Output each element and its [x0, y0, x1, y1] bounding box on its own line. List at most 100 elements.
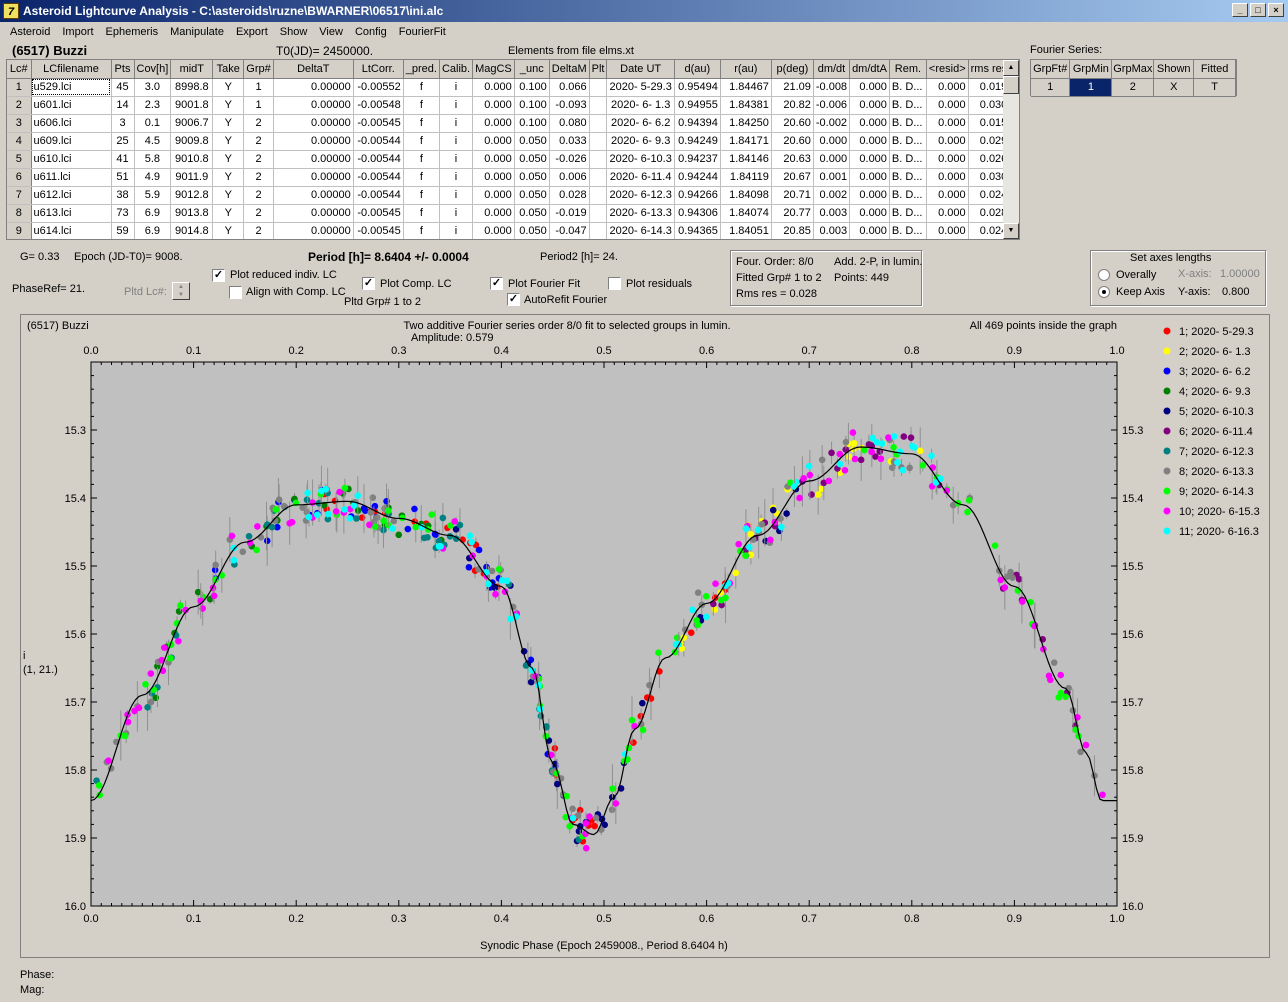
table-cell[interactable]: u613.lci — [31, 204, 112, 223]
table-cell[interactable]: B. D... — [889, 204, 927, 223]
table-cell[interactable]: u606.lci — [31, 114, 112, 133]
table-cell[interactable]: u609.lci — [31, 132, 112, 151]
table-cell[interactable]: 9001.8 — [170, 96, 214, 115]
table-cell[interactable]: 1.84051 — [720, 222, 772, 239]
table-cell[interactable]: 0.100 — [514, 78, 550, 97]
table-cell[interactable]: 0.000 — [472, 78, 515, 97]
table-cell[interactable]: 0.000 — [926, 168, 969, 187]
table-cell[interactable]: 0.94244 — [674, 168, 721, 187]
table-cell[interactable]: 1.84467 — [720, 78, 772, 97]
column-header[interactable]: <resid> — [926, 60, 969, 79]
yaxis-value[interactable]: 0.800 — [1222, 286, 1250, 298]
table-cell[interactable] — [589, 222, 608, 239]
table-cell[interactable]: 0.100 — [514, 96, 550, 115]
row-number[interactable]: 6 — [7, 168, 32, 187]
fourier-cell[interactable]: 2 — [1111, 78, 1155, 97]
table-cell[interactable]: -0.00552 — [353, 78, 404, 97]
table-cell[interactable]: 2 — [243, 132, 274, 151]
column-header[interactable]: d(au) — [674, 60, 721, 79]
table-cell[interactable]: Y — [212, 168, 245, 187]
table-cell[interactable]: i — [439, 168, 474, 187]
table-cell[interactable]: 2.3 — [134, 96, 172, 115]
table-cell[interactable]: -0.00545 — [353, 222, 404, 239]
table-cell[interactable]: 20.67 — [771, 168, 814, 187]
table-cell[interactable]: 9011.9 — [170, 168, 214, 187]
lightcurve-plot-panel[interactable]: 0.0 0.0 0.1 0.1 0.2 0.2 0.3 0.3 0.4 0.4 0.5 0.5 0.6 0… — [20, 314, 1270, 958]
table-cell[interactable]: 3.0 — [134, 78, 172, 97]
fourier-column-header[interactable]: GrpMin — [1069, 60, 1113, 79]
scroll-thumb[interactable] — [1003, 76, 1019, 94]
plot-comp-checkbox[interactable]: ✓ — [362, 277, 375, 290]
table-cell[interactable]: 0.000 — [926, 114, 969, 133]
fourier-series-table[interactable]: GrpFt# GrpMin GrpMax Shown Fitted 1 1 2 X T — [1030, 59, 1237, 97]
row-number[interactable]: 1 — [7, 78, 32, 97]
table-cell[interactable]: 0.050 — [514, 132, 550, 151]
table-cell[interactable]: 1.84074 — [720, 204, 772, 223]
table-row[interactable]: 2 u601.lci 14 2.3 9001.8 Y 1 0.00000 -0.00548 f i 0… — [7, 96, 1011, 115]
table-cell[interactable]: 2 — [243, 114, 274, 133]
table-cell[interactable]: 0.000 — [472, 114, 515, 133]
table-cell[interactable]: 2020- 6-13.3 — [606, 204, 675, 223]
table-cell[interactable]: 0.00000 — [273, 222, 354, 239]
table-row[interactable]: 8 u613.lci 73 6.9 9013.8 Y 2 0.00000 -0.00545 f i 0… — [7, 204, 1011, 223]
table-cell[interactable]: 20.60 — [771, 132, 814, 151]
table-cell[interactable]: B. D... — [889, 168, 927, 187]
table-cell[interactable]: 0.000 — [813, 150, 851, 169]
table-cell[interactable]: 0.080 — [549, 114, 590, 133]
table-cell[interactable]: i — [439, 78, 474, 97]
table-cell[interactable]: 2 — [243, 204, 274, 223]
table-cell[interactable]: Y — [212, 132, 245, 151]
table-cell[interactable]: 6.9 — [134, 222, 172, 239]
table-cell[interactable]: i — [439, 114, 474, 133]
table-cell[interactable]: 5.9 — [134, 186, 172, 205]
table-cell[interactable]: -0.00545 — [353, 114, 404, 133]
table-cell[interactable]: 9006.7 — [170, 114, 214, 133]
row-number[interactable]: 2 — [7, 96, 32, 115]
table-cell[interactable]: f — [403, 168, 440, 187]
fourier-column-header[interactable]: Fitted — [1193, 60, 1236, 79]
table-cell[interactable]: 14 — [111, 96, 135, 115]
table-cell[interactable]: 2020- 6- 9.3 — [606, 132, 675, 151]
table-cell[interactable] — [589, 150, 608, 169]
table-cell[interactable]: 2020- 6-12.3 — [606, 186, 675, 205]
table-cell[interactable]: 1.84119 — [720, 168, 772, 187]
table-cell[interactable]: u614.lci — [31, 222, 112, 239]
table-cell[interactable]: 9009.8 — [170, 132, 214, 151]
fourier-cell[interactable]: T — [1193, 78, 1236, 97]
table-cell[interactable]: 2020- 6-11.4 — [606, 168, 675, 187]
table-cell[interactable]: 2 — [243, 150, 274, 169]
table-cell[interactable]: f — [403, 150, 440, 169]
column-header[interactable]: _unc — [514, 60, 550, 79]
table-cell[interactable]: 0.00000 — [273, 78, 354, 97]
table-cell[interactable]: -0.00544 — [353, 168, 404, 187]
table-cell[interactable]: Y — [212, 78, 245, 97]
menu-fourierfit[interactable]: FourierFit — [393, 26, 452, 38]
table-cell[interactable] — [589, 96, 608, 115]
table-cell[interactable]: 5.8 — [134, 150, 172, 169]
table-cell[interactable]: 0.95494 — [674, 78, 721, 97]
table-cell[interactable]: u612.lci — [31, 186, 112, 205]
fourier-column-header[interactable]: GrpMax — [1111, 60, 1155, 79]
table-cell[interactable]: 0.050 — [514, 168, 550, 187]
table-cell[interactable]: -0.026 — [549, 150, 590, 169]
table-cell[interactable]: 20.63 — [771, 150, 814, 169]
table-cell[interactable]: B. D... — [889, 114, 927, 133]
keep-axis-radio[interactable] — [1098, 286, 1110, 298]
table-cell[interactable]: 0.00000 — [273, 168, 354, 187]
table-cell[interactable]: 21.09 — [771, 78, 814, 97]
table-cell[interactable]: 0.000 — [926, 78, 969, 97]
pltd-lc-spinner[interactable]: ▲ ▼ — [172, 282, 190, 300]
table-cell[interactable]: -0.006 — [813, 96, 851, 115]
table-cell[interactable]: i — [439, 186, 474, 205]
table-cell[interactable]: 1.84250 — [720, 114, 772, 133]
table-cell[interactable]: 2020- 6- 6.2 — [606, 114, 675, 133]
table-cell[interactable]: u611.lci — [31, 168, 112, 187]
column-header[interactable]: Take — [212, 60, 245, 79]
fourier-column-header[interactable]: GrpFt# — [1031, 60, 1071, 79]
table-cell[interactable]: 0.000 — [849, 204, 890, 223]
table-cell[interactable]: 4.5 — [134, 132, 172, 151]
table-cell[interactable]: 0.000 — [472, 186, 515, 205]
row-number[interactable]: 3 — [7, 114, 32, 133]
table-cell[interactable]: 0.003 — [813, 204, 851, 223]
table-row[interactable]: 3 u606.lci 3 0.1 9006.7 Y 2 0.00000 -0.00545 f i 0.… — [7, 114, 1011, 133]
